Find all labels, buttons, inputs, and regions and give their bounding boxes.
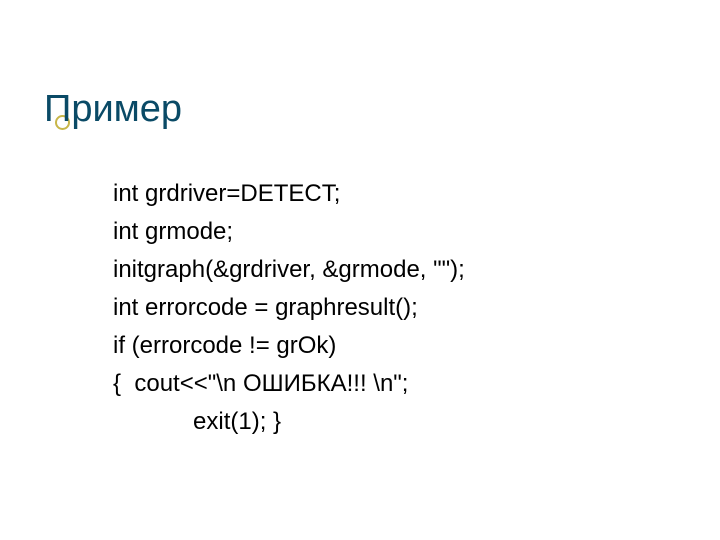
code-line: { cout<<"\n ОШИБКА!!! \n"; [113,365,465,403]
code-block: int grdriver=DETECT; int grmode; initgra… [113,175,465,441]
code-line: initgraph(&grdriver, &grmode, ""); [113,251,465,289]
code-line: int grmode; [113,213,465,251]
code-line: exit(1); } [113,403,465,441]
code-line: int grdriver=DETECT; [113,175,465,213]
slide: Пример int grdriver=DETECT; int grmode; … [0,0,720,540]
code-line: if (errorcode != grOk) [113,327,465,365]
slide-title: Пример [44,88,182,131]
code-line: int errorcode = graphresult(); [113,289,465,327]
